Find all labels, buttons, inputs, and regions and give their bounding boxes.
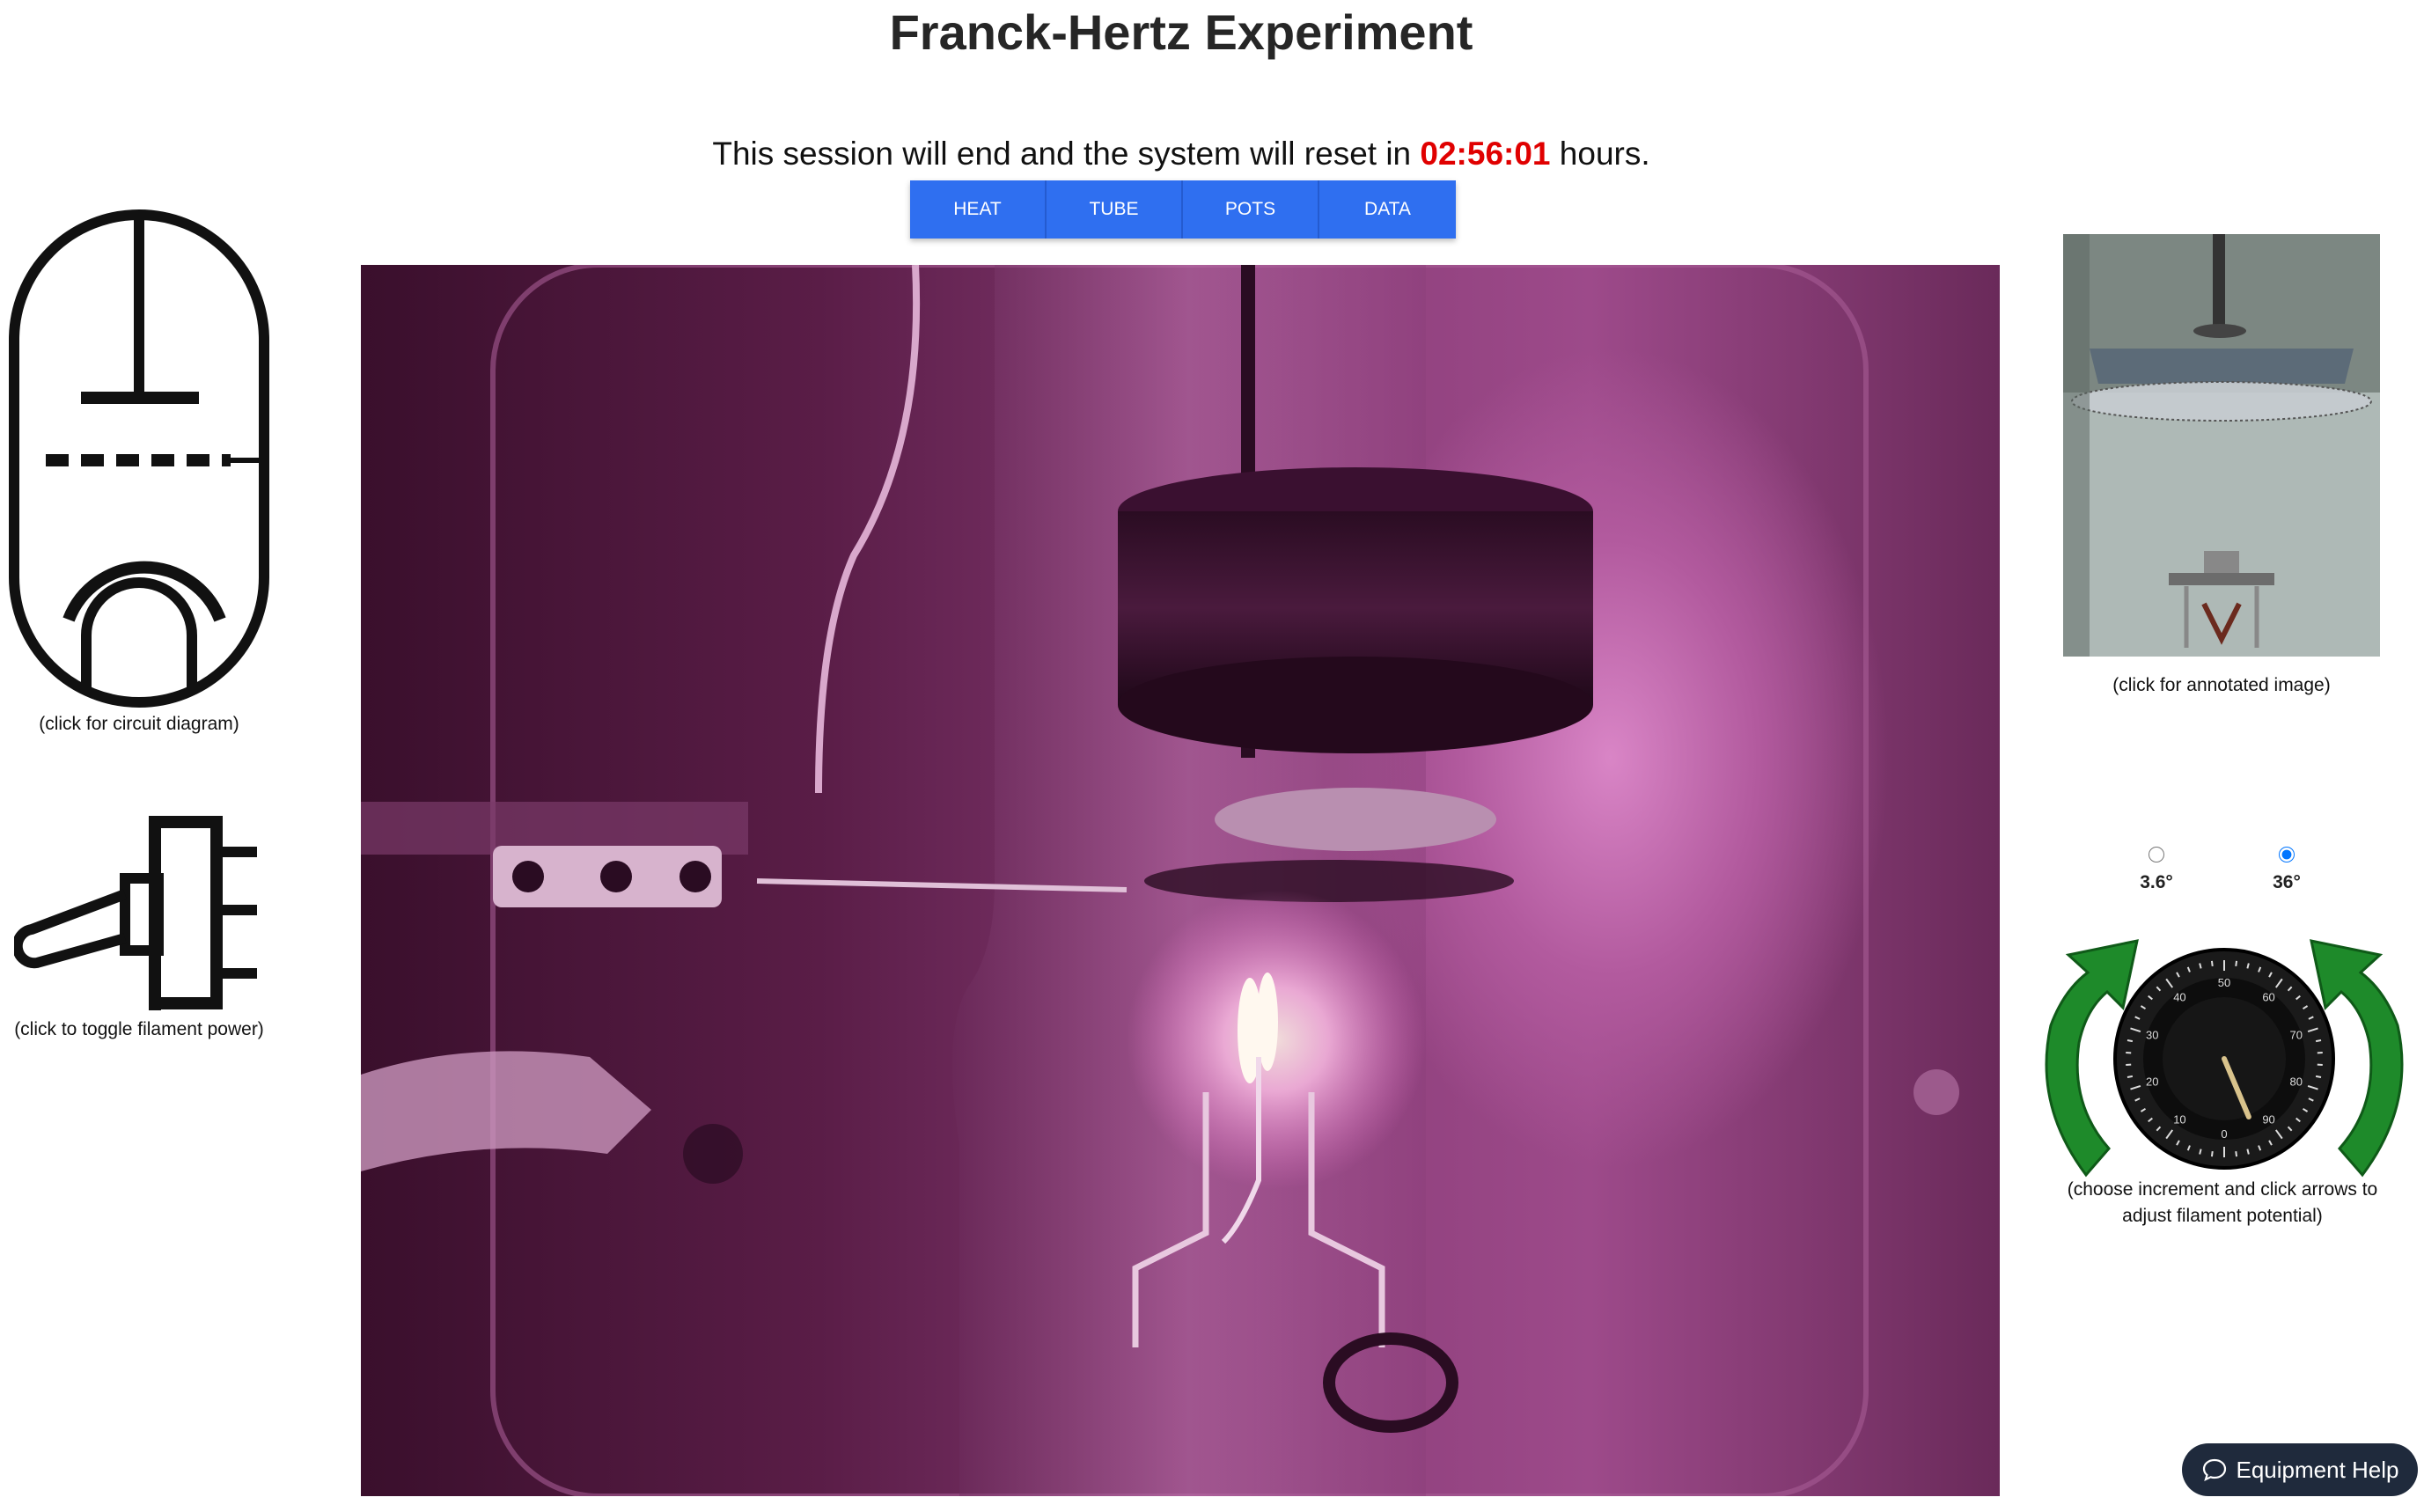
dial-tick (2315, 1075, 2322, 1078)
increment-radio-36[interactable] (2279, 847, 2295, 862)
dial-tick (2315, 1039, 2322, 1043)
dial-tick (2210, 960, 2214, 966)
filament-knob-control: 0 10 20 30 40 50 60 70 80 90 (2024, 928, 2424, 1184)
dial-tick-label: 40 (2173, 990, 2185, 1003)
increment-label-3-6: 3.6° (2140, 872, 2173, 892)
page: Franck-Hertz Experiment This session wil… (0, 0, 2424, 1512)
session-timer: 02:56:01 (1420, 136, 1551, 172)
equipment-help-button[interactable]: Equipment Help (2182, 1443, 2418, 1496)
increment-option-small: 3.6° (2112, 847, 2200, 893)
increment-radio-3-6[interactable] (2149, 847, 2164, 862)
annotated-image-button[interactable] (2063, 234, 2380, 657)
page-title: Franck-Hertz Experiment (889, 4, 1473, 60)
tab-tube[interactable]: TUBE (1047, 180, 1183, 239)
dial-knob: 0 10 20 30 40 50 60 70 80 90 (2113, 948, 2335, 1170)
tube-schematic-icon (9, 209, 269, 708)
tab-bar: HEAT TUBE POTS DATA (910, 180, 1456, 239)
annotated-image-caption: (click for annotated image) (2112, 675, 2331, 695)
session-notice: This session will end and the system wil… (0, 136, 2362, 172)
knob-caption: (choose increment and click arrows to ad… (2067, 1179, 2378, 1226)
dial-tick (2127, 1075, 2134, 1078)
tab-heat[interactable]: HEAT (910, 180, 1047, 239)
circuit-caption: (click for circuit diagram) (39, 714, 239, 734)
toggle-switch-icon (11, 816, 257, 1010)
filament-toggle-button[interactable] (11, 810, 269, 1021)
dial-tick (2210, 1151, 2214, 1157)
dial-tick-label: 30 (2146, 1028, 2158, 1041)
dial-tick-label: 70 (2290, 1028, 2303, 1041)
dial-tick-label: 50 (2218, 976, 2230, 989)
dial-tick-label: 90 (2262, 1113, 2274, 1127)
tube-video-feed (361, 265, 2000, 1496)
dial-tick (2127, 1039, 2134, 1043)
dial-tick-label: 0 (2221, 1127, 2227, 1141)
session-prefix: This session will end and the system wil… (712, 136, 1412, 172)
circuit-diagram-button[interactable] (0, 208, 278, 713)
tube-photo-thumbnail (2063, 234, 2380, 657)
chat-bubble-icon (2202, 1458, 2226, 1482)
knob-graphic: 0 10 20 30 40 50 60 70 80 90 (2045, 939, 2404, 1178)
dial-tick (2235, 960, 2238, 966)
dial-tick-label: 60 (2262, 990, 2274, 1003)
dial-tick-label: 20 (2146, 1075, 2158, 1089)
filament-caption: (click to toggle filament power) (14, 1019, 264, 1039)
tube-illustration (361, 265, 1959, 1496)
dial-tick (2235, 1151, 2238, 1157)
dial-tick-label: 80 (2290, 1075, 2303, 1089)
dial-tick-label: 10 (2173, 1113, 2185, 1127)
increment-label-36: 36° (2273, 872, 2301, 892)
equipment-help-label: Equipment Help (2236, 1456, 2399, 1483)
tab-data[interactable]: DATA (1319, 180, 1456, 239)
tab-pots[interactable]: POTS (1183, 180, 1319, 239)
session-suffix: hours. (1559, 136, 1650, 172)
increment-option-large: 36° (2243, 847, 2331, 893)
